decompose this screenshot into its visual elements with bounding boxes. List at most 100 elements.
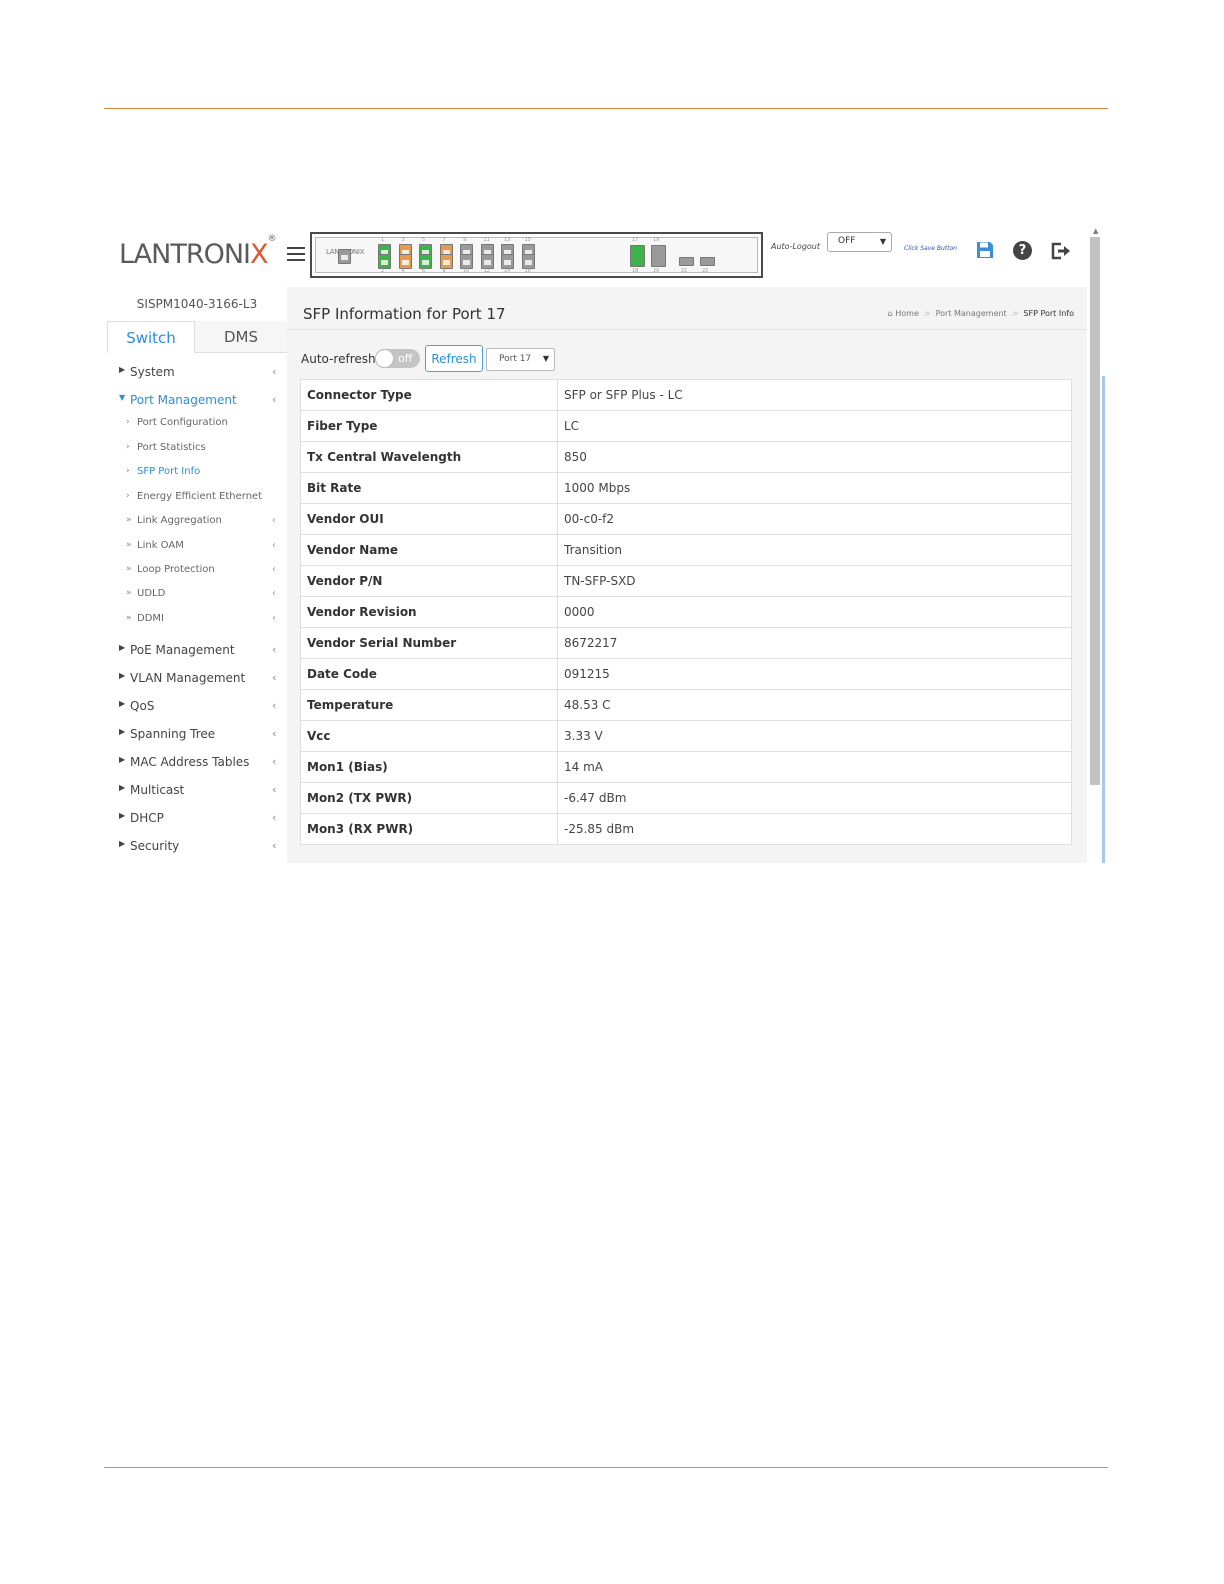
caret-right-icon: ▶ bbox=[119, 727, 126, 736]
chevron-left-icon: ‹ bbox=[272, 811, 277, 824]
table-row: Tx Central Wavelength 850 bbox=[300, 441, 1072, 473]
sidebar: SISPM1040-3166-L3 Switch DMS ▶ System ‹ … bbox=[107, 287, 287, 863]
table-row: Mon3 (RX PWR) -25.85 dBm bbox=[300, 813, 1072, 845]
toggle-state-text: off bbox=[398, 352, 413, 365]
sidebar-tabs: Switch DMS bbox=[107, 321, 287, 353]
chevron-left-icon: ‹ bbox=[272, 783, 277, 796]
port-number-label: 5 bbox=[422, 237, 426, 243]
port-8[interactable] bbox=[439, 254, 453, 269]
auto-refresh-toggle[interactable]: off bbox=[375, 349, 420, 368]
caret-right-icon: ▶ bbox=[119, 755, 126, 764]
double-chevron-right-icon: » bbox=[126, 564, 132, 574]
chevron-right-icon: › bbox=[126, 417, 130, 427]
chevron-left-icon: ‹ bbox=[272, 671, 277, 684]
chevron-left-icon: ‹ bbox=[272, 643, 277, 656]
switch-front-panel: LANTRONIX 123456789101112131415161719182… bbox=[310, 232, 763, 278]
row-key: Connector Type bbox=[300, 379, 558, 411]
double-chevron-right-icon: » bbox=[126, 588, 132, 598]
title-divider bbox=[287, 329, 1087, 330]
device-name: SISPM1040-3166-L3 bbox=[136, 297, 258, 311]
chevron-left-icon: ‹ bbox=[272, 839, 277, 852]
auto-refresh-label: Auto-refresh bbox=[301, 352, 376, 366]
row-key: Temperature bbox=[300, 689, 558, 721]
tab-switch[interactable]: Switch bbox=[107, 321, 195, 353]
port-number-label: 18 bbox=[632, 268, 639, 274]
port-10[interactable] bbox=[460, 254, 473, 269]
breadcrumb-current: SFP Port Info bbox=[1023, 309, 1074, 318]
save-icon[interactable] bbox=[976, 241, 994, 259]
row-value: 1000 Mbps bbox=[557, 472, 1072, 504]
tab-dms[interactable]: DMS bbox=[195, 321, 287, 353]
port-number-label: 19 bbox=[653, 237, 660, 243]
caret-right-icon: ▶ bbox=[119, 671, 126, 680]
scrollbar-thumb[interactable] bbox=[1090, 237, 1100, 785]
row-value: SFP or SFP Plus - LC bbox=[557, 379, 1072, 411]
port-16[interactable] bbox=[521, 254, 535, 269]
page-top-rule bbox=[104, 108, 1108, 109]
port-number-label: 21 bbox=[681, 268, 688, 274]
row-value: LC bbox=[557, 410, 1072, 442]
refresh-button[interactable]: Refresh bbox=[425, 345, 483, 372]
chevron-right-icon: › bbox=[126, 442, 130, 452]
port-number-label: 4 bbox=[401, 268, 405, 274]
sfp-port-17[interactable] bbox=[630, 245, 645, 267]
port-number-label: 10 bbox=[463, 268, 470, 274]
vertical-scrollbar[interactable]: ▲ bbox=[1087, 221, 1105, 863]
row-key: Vendor Name bbox=[300, 534, 558, 566]
row-value: 14 mA bbox=[557, 751, 1072, 783]
row-value: 8672217 bbox=[557, 627, 1072, 659]
breadcrumb-home[interactable]: Home bbox=[895, 309, 919, 318]
port-4[interactable] bbox=[398, 254, 412, 269]
chevron-left-icon: ‹ bbox=[272, 540, 276, 551]
row-key: Vendor P/N bbox=[300, 565, 558, 597]
port-number-label: 14 bbox=[504, 268, 511, 274]
chevron-left-icon: ‹ bbox=[272, 564, 276, 575]
breadcrumb: ⌂ Home > Port Management > SFP Port Info bbox=[887, 309, 1074, 318]
row-value: Transition bbox=[557, 534, 1072, 566]
port-number-label: 8 bbox=[442, 268, 446, 274]
port-2[interactable] bbox=[378, 254, 391, 269]
auto-logout-select[interactable]: OFF ▼ bbox=[827, 232, 892, 252]
hamburger-menu-icon[interactable] bbox=[287, 247, 305, 261]
row-value: -6.47 dBm bbox=[557, 782, 1072, 814]
logout-icon[interactable] bbox=[1050, 242, 1072, 260]
port-14[interactable] bbox=[501, 254, 514, 269]
port-6[interactable] bbox=[419, 254, 432, 269]
port-number-label: 22 bbox=[702, 268, 709, 274]
chevron-left-icon: ‹ bbox=[272, 727, 277, 740]
sfp-port-21[interactable] bbox=[679, 257, 694, 266]
row-value: 3.33 V bbox=[557, 720, 1072, 752]
caret-right-icon: ▶ bbox=[119, 783, 126, 792]
chevron-left-icon: ‹ bbox=[272, 613, 276, 624]
management-port[interactable] bbox=[338, 249, 351, 264]
chevron-left-icon: ‹ bbox=[272, 393, 277, 406]
scroll-up-arrow-icon[interactable]: ▲ bbox=[1093, 227, 1098, 235]
port-number-label: 3 bbox=[401, 237, 405, 243]
lantronix-logo: LANTRONIX® bbox=[119, 234, 277, 270]
breadcrumb-port-management[interactable]: Port Management bbox=[936, 309, 1007, 318]
port-select[interactable]: Port 17 ▼ bbox=[486, 348, 555, 371]
scrollbar-accent bbox=[1102, 376, 1105, 863]
row-key: Mon2 (TX PWR) bbox=[300, 782, 558, 814]
row-value: 00-c0-f2 bbox=[557, 503, 1072, 535]
row-key: Bit Rate bbox=[300, 472, 558, 504]
help-icon[interactable]: ? bbox=[1013, 241, 1032, 260]
port-12[interactable] bbox=[480, 254, 494, 269]
table-row: Vendor Revision 0000 bbox=[300, 596, 1072, 628]
sfp-port-19[interactable] bbox=[651, 245, 666, 267]
port-number-label: 2 bbox=[381, 268, 385, 274]
table-row: Mon1 (Bias) 14 mA bbox=[300, 751, 1072, 783]
sfp-port-22[interactable] bbox=[700, 257, 715, 266]
row-value: 48.53 C bbox=[557, 689, 1072, 721]
chevron-left-icon: ‹ bbox=[272, 515, 276, 526]
table-row: Temperature 48.53 C bbox=[300, 689, 1072, 721]
table-row: Date Code 091215 bbox=[300, 658, 1072, 690]
row-key: Vendor OUI bbox=[300, 503, 558, 535]
row-value: -25.85 dBm bbox=[557, 813, 1072, 845]
caret-right-icon: ▶ bbox=[119, 643, 126, 652]
row-value: 0000 bbox=[557, 596, 1072, 628]
chevron-right-icon: › bbox=[126, 491, 130, 501]
chevron-left-icon: ‹ bbox=[272, 755, 277, 768]
page-title: SFP Information for Port 17 bbox=[303, 305, 506, 323]
auto-logout-label: Auto-Logout bbox=[771, 242, 820, 251]
